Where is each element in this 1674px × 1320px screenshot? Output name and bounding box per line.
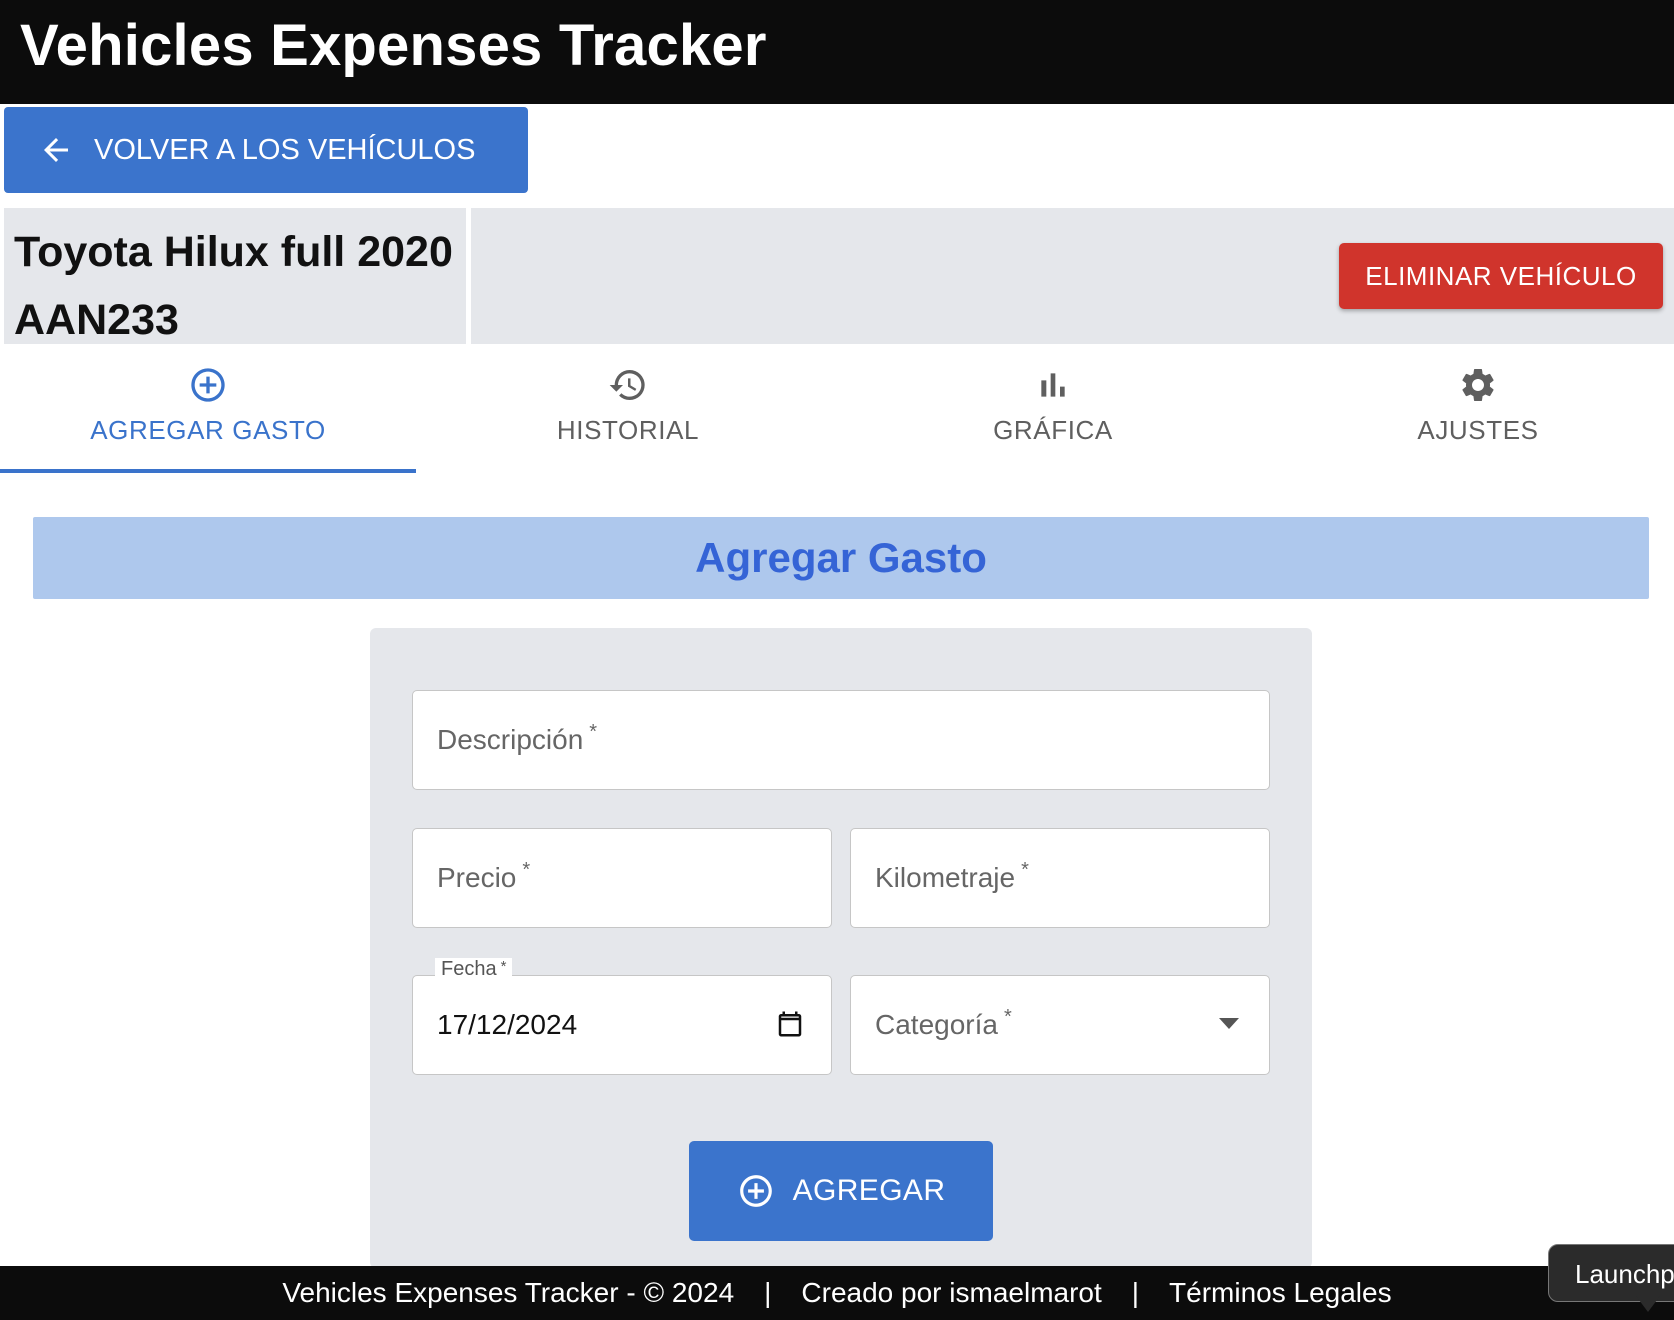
required-mark: *: [1003, 1005, 1012, 1028]
price-field[interactable]: Precio *: [412, 828, 832, 928]
footer-separator: |: [764, 1277, 772, 1308]
footer-separator: |: [1131, 1277, 1140, 1308]
back-button-label: VOLVER A LOS VEHÍCULOS: [94, 133, 476, 166]
date-field[interactable]: Fecha * 17/12/2024: [412, 958, 832, 1075]
app-bar: Vehicles Expenses Tracker: [0, 0, 1674, 104]
tab-label: GRÁFICA: [993, 415, 1113, 445]
add-expense-button[interactable]: AGREGAR: [689, 1141, 993, 1241]
tab-history[interactable]: HISTORIAL: [420, 345, 836, 473]
tab-label: AJUSTES: [1417, 415, 1539, 445]
vehicle-plate: AAN233: [14, 296, 179, 344]
calendar-icon[interactable]: [775, 1008, 805, 1040]
chevron-down-icon: [1219, 1018, 1239, 1029]
plus-circle-icon: [191, 368, 225, 402]
launchpad-notch: [1636, 1296, 1660, 1312]
mileage-placeholder: Kilometraje: [875, 862, 1016, 893]
vehicle-name: Toyota Hilux full 2020: [14, 228, 453, 276]
tab-chart[interactable]: GRÁFICA: [845, 345, 1261, 473]
back-to-vehicles-button[interactable]: VOLVER A LOS VEHÍCULOS: [4, 107, 528, 193]
launchpad-button[interactable]: Launchpad: [1548, 1244, 1674, 1302]
tab-bar: AGREGAR GASTO HISTORIAL GRÁFICA AJUSTES: [0, 345, 1674, 473]
tab-settings[interactable]: AJUSTES: [1270, 345, 1674, 473]
description-field[interactable]: Descripción *: [412, 690, 1270, 790]
category-placeholder: Categoría: [875, 1009, 998, 1040]
required-mark: *: [522, 858, 531, 881]
required-mark: *: [589, 720, 598, 743]
section-header: Agregar Gasto: [33, 517, 1649, 599]
category-select[interactable]: Categoría *: [850, 975, 1270, 1075]
mileage-field[interactable]: Kilometraje *: [850, 828, 1270, 928]
arrow-left-icon: [44, 138, 68, 162]
footer-author-link[interactable]: Creado por ismaelmarot: [801, 1277, 1101, 1309]
footer-legal-link[interactable]: Términos Legales: [1169, 1277, 1392, 1309]
plus-circle-icon: [739, 1175, 772, 1207]
add-button-label: AGREGAR: [792, 1174, 946, 1207]
bar-chart-icon: [1041, 373, 1065, 397]
footer-copyright: Vehicles Expenses Tracker - © 2024: [282, 1277, 735, 1308]
tab-label: HISTORIAL: [556, 415, 700, 445]
price-placeholder: Precio: [437, 862, 517, 893]
active-tab-indicator: [0, 469, 416, 473]
required-mark: *: [1021, 858, 1029, 881]
tab-label: AGREGAR GASTO: [90, 415, 326, 445]
description-placeholder: Descripción: [437, 724, 584, 755]
section-title: Agregar Gasto: [695, 534, 987, 581]
required-mark: *: [500, 958, 507, 975]
gear-icon: [1462, 369, 1494, 401]
app-title: Vehicles Expenses Tracker: [20, 13, 767, 78]
date-value: 17/12/2024: [437, 1009, 578, 1040]
date-label: Fecha *: [435, 958, 513, 981]
vehicle-name-box: Toyota Hilux full 2020 AAN233: [4, 208, 466, 344]
date-label-text: Fecha: [441, 958, 497, 980]
history-icon: [609, 370, 645, 400]
add-expense-form: Descripción * Precio * Kilometraje * Fec…: [370, 628, 1312, 1268]
tab-add-expense[interactable]: AGREGAR GASTO: [0, 345, 416, 473]
delete-vehicle-button[interactable]: ELIMINAR VEHÍCULO: [1339, 243, 1663, 309]
footer: Vehicles Expenses Tracker - © 2024 | Cre…: [0, 1266, 1674, 1320]
